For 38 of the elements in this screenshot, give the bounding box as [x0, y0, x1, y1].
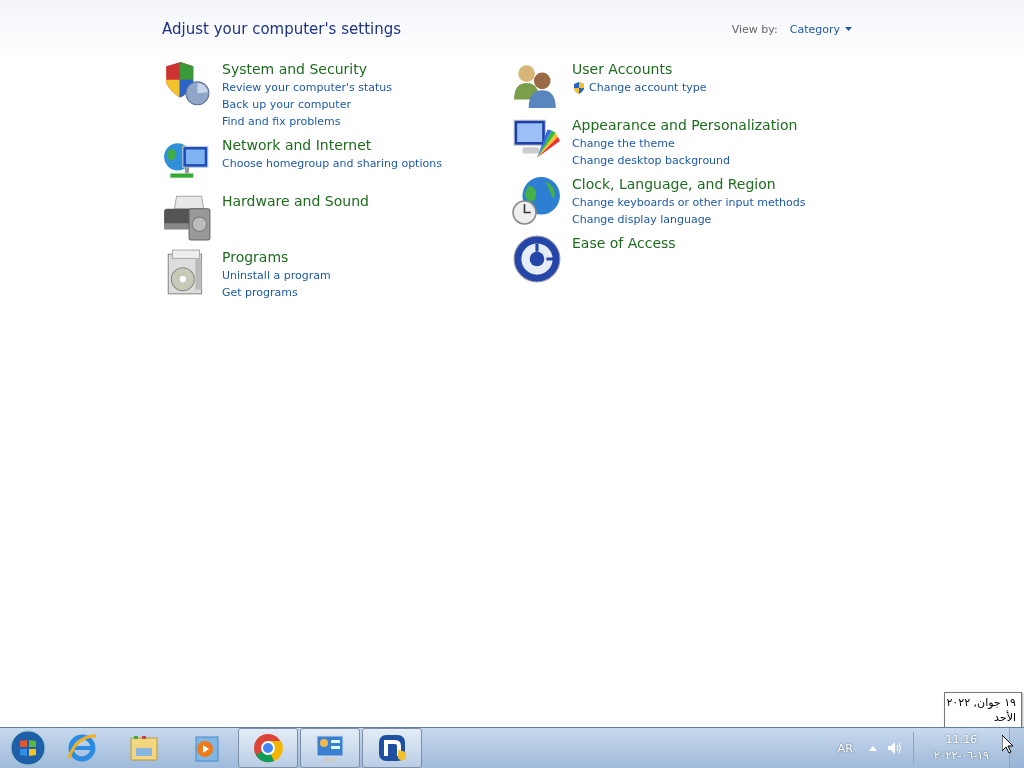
category-link[interactable]: Change account type [572, 79, 707, 96]
napp-app-icon [376, 732, 408, 764]
category-link[interactable]: Find and fix problems [222, 113, 393, 130]
category-link[interactable]: Uninstall a program [222, 267, 331, 284]
shield-icon [572, 80, 586, 95]
chrome-app-icon [252, 732, 284, 764]
clock-time: 11:16 [945, 732, 978, 748]
category-title[interactable]: Programs [222, 249, 331, 265]
category-link[interactable]: Review your computer's status [222, 79, 393, 96]
page-title: Adjust your computer's settings [162, 20, 402, 38]
caret-icon [845, 27, 852, 31]
panel-app-icon [314, 732, 346, 764]
category-link[interactable]: Change keyboards or other input methods [572, 194, 806, 211]
category-title[interactable]: Network and Internet [222, 137, 442, 153]
category-link[interactable]: Get programs [222, 284, 331, 301]
show-desktop-button[interactable] [1009, 728, 1024, 768]
category-title[interactable]: User Accounts [572, 61, 707, 77]
taskbar-app-button[interactable] [362, 728, 422, 768]
category-title[interactable]: Ease of Access [572, 235, 676, 251]
view-by-label: View by: [731, 22, 778, 36]
view-by-dropdown[interactable]: Category [789, 22, 852, 36]
clock-category-icon[interactable] [512, 175, 562, 225]
access-category-icon[interactable] [512, 234, 562, 284]
mouse-pointer-icon [1002, 735, 1014, 754]
category-link[interactable]: Change desktop background [572, 152, 798, 169]
category-link[interactable]: Change display language [572, 211, 806, 228]
category-title[interactable]: Hardware and Sound [222, 193, 369, 209]
category-title[interactable]: Appearance and Personalization [572, 117, 798, 133]
taskbar-app-button[interactable] [238, 728, 298, 768]
category-link[interactable]: Back up your computer [222, 96, 393, 113]
tooltip-text: الأحد [993, 710, 1016, 725]
category-link[interactable]: Choose homegroup and sharing options [222, 155, 442, 172]
category-link[interactable]: Change the theme [572, 135, 798, 152]
category-title[interactable]: Clock, Language, and Region [572, 176, 806, 192]
category-title[interactable]: System and Security [222, 61, 393, 77]
ie-app-icon [66, 732, 98, 764]
clock-date: ٢٠٢٢-٠٦-١٩ [933, 748, 989, 764]
taskbar-app-button[interactable] [300, 728, 360, 768]
